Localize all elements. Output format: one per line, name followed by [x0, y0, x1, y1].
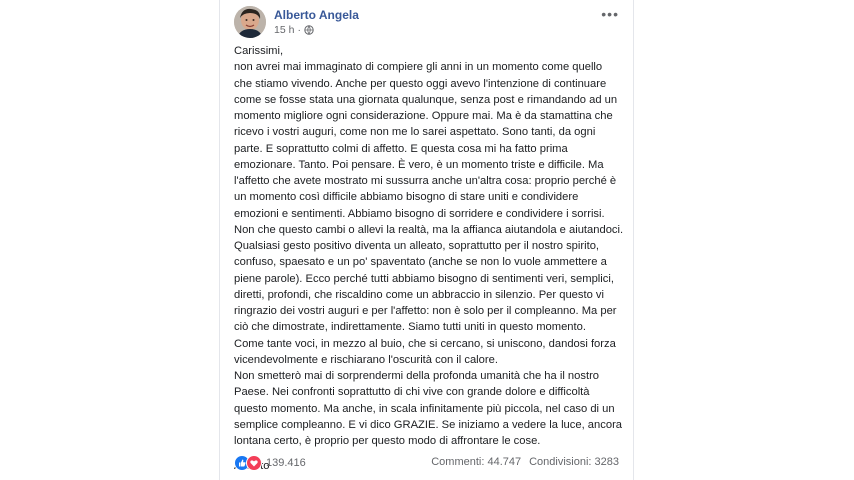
post-text-line: un momento così difficile abbiamo bisogn… [234, 191, 579, 204]
globe-icon [304, 25, 314, 35]
meta-separator: · [297, 24, 301, 36]
reactions-count[interactable]: 139.416 [266, 457, 306, 469]
post-text-line: confuso, spaesato e un po' spaventato (a… [234, 256, 607, 269]
author-avatar[interactable] [234, 6, 266, 38]
post-paragraph: Carissimi, non avrei mai immaginato di co… [234, 43, 634, 449]
shares-count[interactable]: Condivisioni: 3283 [529, 456, 619, 468]
post-text-line: l'affetto che avete mostrato mi sussurra… [234, 175, 617, 187]
post-text-line: momento migliore ogni considerazione. Op… [234, 110, 613, 122]
author-name[interactable]: Alberto Angela [274, 8, 359, 22]
post-text-line: ciò che dimostrate, indirettamente. Siam… [234, 321, 586, 334]
post-text-line: ringrazio dei vostri auguri e per l'affe… [234, 305, 617, 317]
post-text-line: semplice compleanno. E vi dico GRAZIE. S… [234, 418, 623, 431]
post-text-line: Non che questo cambi o allevi la realtà,… [234, 223, 624, 236]
post-meta: 15 h · [274, 24, 314, 36]
post-text-line: Come tante voci, in mezzo al buio, che s… [234, 337, 616, 350]
post-body: Carissimi, non avrei mai immaginato di co… [234, 43, 634, 475]
facebook-post: Alberto Angela 15 h · ••• Carissimi, non … [219, 0, 634, 480]
post-text-line: Paese. Nei confronti soprattutto di chi … [234, 386, 590, 399]
post-footer: 139.416 Commenti: 44.747 Condivisioni: 3… [234, 455, 619, 471]
post-text-line: Non smetterò mai di sorprendermi della p… [234, 370, 600, 382]
post-text-line: questo momento. Ma anche, in scala infin… [234, 402, 615, 415]
post-text-line: ricevo i vostri auguri, come non me lo s… [234, 126, 596, 139]
love-reaction-icon [246, 455, 262, 471]
post-text-line: non avrei mai immaginato di compiere gli… [234, 61, 603, 74]
post-text-line: come se fosse stata una giornata qualunq… [234, 93, 618, 106]
post-text-line: parte. E soprattutto colmi di affetto. E… [234, 142, 568, 155]
post-text-line: Qualsiasi gesto positivo diventa un alle… [234, 240, 600, 252]
post-text-line: emozioni e sentimenti. Abbiamo bisogno d… [234, 207, 605, 220]
post-text-line: emozionare. Tanto. Poi pensare. È vero, … [234, 158, 604, 171]
comments-count[interactable]: Commenti: 44.747 [431, 456, 521, 468]
more-options-icon[interactable]: ••• [601, 6, 619, 22]
post-text-line: Carissimi, [234, 45, 284, 57]
post-stats: Commenti: 44.747 Condivisioni: 3283 [431, 456, 619, 468]
reactions-summary[interactable]: 139.416 [234, 455, 306, 471]
post-text-line: vicendevolmente e rischiarano l'oscurità… [234, 353, 498, 366]
post-text-line: lontana certo, è proprio per questo modo… [234, 435, 541, 447]
post-text-line: piene parole). Ecco perché tutti abbiamo… [234, 272, 614, 285]
post-text-line: che stiamo vivendo. Anche per questo ogg… [234, 77, 607, 90]
post-time[interactable]: 15 h [274, 24, 294, 36]
post-text-line: diretti, profondi, che riscaldino come u… [234, 288, 605, 301]
